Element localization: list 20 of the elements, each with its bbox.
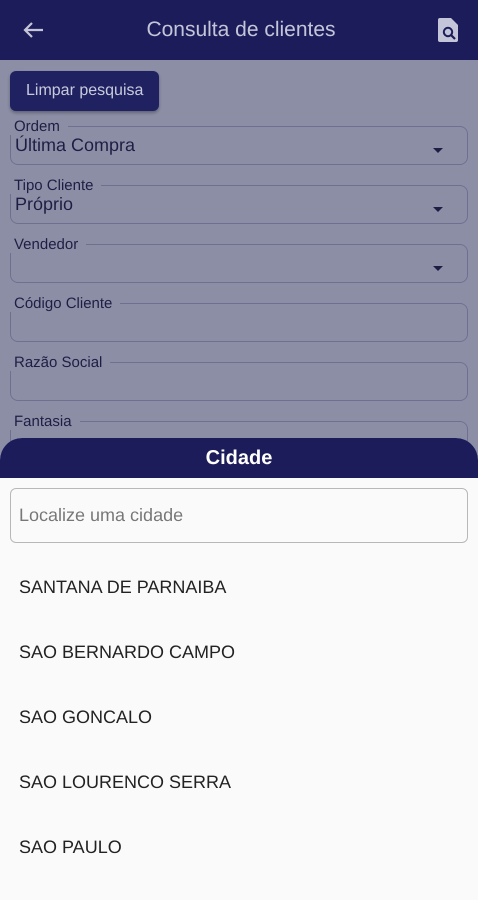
field-label: Ordem (10, 118, 68, 135)
field-label: Tipo Cliente (10, 177, 102, 194)
field-label: Código Cliente (10, 295, 120, 312)
city-list-item[interactable]: SAO LOURENCO SERRA (0, 750, 478, 815)
city-list-item[interactable]: SAO PAULO (0, 815, 478, 880)
field-label: Vendedor (10, 236, 86, 253)
screen-title: Consulta de clientes (146, 18, 336, 42)
city-search-field[interactable]: Localize uma cidade (10, 488, 468, 543)
clear-search-button[interactable]: Limpar pesquisa (10, 71, 160, 111)
city-list-item[interactable]: SANTANA DE PARNAIBA (0, 555, 478, 620)
document-search-icon[interactable] (438, 18, 458, 42)
back-arrow-icon[interactable] (22, 21, 44, 39)
city-list-item[interactable]: SAO BERNARDO CAMPO (0, 620, 478, 685)
caret-icon (433, 266, 443, 271)
caret-icon (433, 148, 443, 153)
field-label: Fantasia (10, 413, 80, 430)
caret-icon (433, 207, 443, 212)
city-list-item[interactable]: SAO GONCALO (0, 685, 478, 750)
sheet-title: Cidade (206, 446, 272, 470)
field-label: Razão Social (10, 354, 110, 371)
